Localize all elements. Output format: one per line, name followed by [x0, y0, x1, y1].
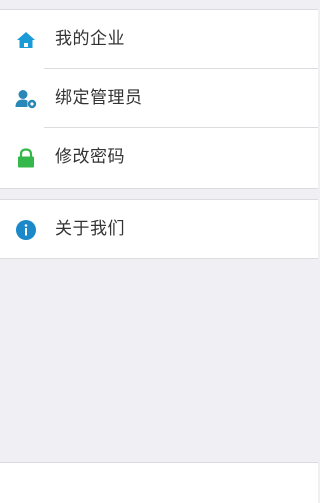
menu-item-label: 绑定管理员: [55, 88, 143, 108]
top-spacer: [0, 0, 318, 9]
info-icon: [14, 218, 38, 242]
bottom-bar: [0, 462, 318, 503]
about-menu-group: 关于我们: [0, 199, 318, 259]
settings-menu-group: 我的企业 绑定管理员 修改密码: [0, 9, 318, 189]
menu-item-my-company[interactable]: 我的企业: [0, 10, 318, 69]
menu-item-change-password[interactable]: 修改密码: [0, 128, 318, 187]
user-settings-icon: [14, 87, 38, 111]
menu-item-label: 关于我们: [55, 219, 125, 239]
home-icon: [14, 28, 38, 52]
menu-item-label: 修改密码: [55, 147, 125, 167]
menu-item-about-us[interactable]: 关于我们: [0, 200, 318, 259]
menu-item-label: 我的企业: [55, 29, 125, 49]
lock-icon: [14, 146, 38, 170]
menu-item-bind-admin[interactable]: 绑定管理员: [0, 69, 318, 128]
